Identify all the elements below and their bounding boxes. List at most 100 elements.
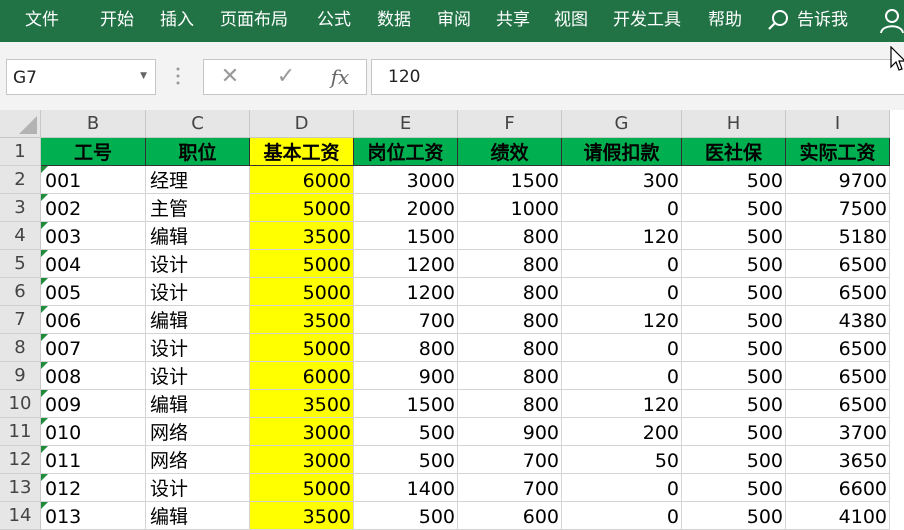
column-header-C[interactable]: C [146,110,250,138]
formula-input[interactable]: 120 [371,59,904,95]
menu-tab-0[interactable]: 文件 [25,0,59,42]
column-header-F[interactable]: F [458,110,562,138]
column-header-I[interactable]: I [786,110,890,138]
cell-F8[interactable]: 800 [458,334,562,362]
menu-tab-1[interactable]: 开始 [100,0,134,42]
cell-H5[interactable]: 500 [682,250,786,278]
cell-F5[interactable]: 800 [458,250,562,278]
cell-C7[interactable]: 编辑 [146,306,250,334]
cell-B11[interactable]: 010 [41,418,146,446]
column-header-B[interactable]: B [41,110,146,138]
row-header-14[interactable]: 14 [0,502,41,530]
cell-C11[interactable]: 网络 [146,418,250,446]
row-header-6[interactable]: 6 [0,278,41,306]
menu-tab-8[interactable]: 视图 [554,0,588,42]
column-header-H[interactable]: H [682,110,786,138]
cell-F6[interactable]: 800 [458,278,562,306]
cell-H9[interactable]: 500 [682,362,786,390]
menu-tab-10[interactable]: 帮助 [708,0,742,42]
cell-B6[interactable]: 005 [41,278,146,306]
cell-D4[interactable]: 3500 [250,222,354,250]
cell-B8[interactable]: 007 [41,334,146,362]
cell-D8[interactable]: 5000 [250,334,354,362]
column-header-E[interactable]: E [354,110,458,138]
cell-E8[interactable]: 800 [354,334,458,362]
cell-E10[interactable]: 1500 [354,390,458,418]
cell-G2[interactable]: 300 [562,166,682,194]
cell-I10[interactable]: 6500 [786,390,890,418]
cell-I7[interactable]: 4380 [786,306,890,334]
cell-D3[interactable]: 5000 [250,194,354,222]
row-header-4[interactable]: 4 [0,222,41,250]
cell-F9[interactable]: 800 [458,362,562,390]
cell-C14[interactable]: 编辑 [146,502,250,530]
user-icon[interactable] [880,8,904,34]
cancel-icon[interactable]: ✕ [210,60,250,94]
cell-I6[interactable]: 6500 [786,278,890,306]
header-cell-H[interactable]: 医社保 [682,138,786,166]
cell-G3[interactable]: 0 [562,194,682,222]
cell-H4[interactable]: 500 [682,222,786,250]
cell-F10[interactable]: 800 [458,390,562,418]
cell-C5[interactable]: 设计 [146,250,250,278]
row-header-7[interactable]: 7 [0,306,41,334]
cell-F14[interactable]: 600 [458,502,562,530]
cell-C2[interactable]: 经理 [146,166,250,194]
cell-B9[interactable]: 008 [41,362,146,390]
cell-H13[interactable]: 500 [682,474,786,502]
cell-B7[interactable]: 006 [41,306,146,334]
cell-C3[interactable]: 主管 [146,194,250,222]
cell-I13[interactable]: 6600 [786,474,890,502]
cell-B13[interactable]: 012 [41,474,146,502]
row-header-5[interactable]: 5 [0,250,41,278]
search-icon[interactable] [768,9,790,31]
cell-H10[interactable]: 500 [682,390,786,418]
cell-I2[interactable]: 9700 [786,166,890,194]
enter-icon[interactable]: ✓ [266,60,306,94]
cell-E5[interactable]: 1200 [354,250,458,278]
menu-tab-7[interactable]: 共享 [496,0,530,42]
cell-E7[interactable]: 700 [354,306,458,334]
cell-H6[interactable]: 500 [682,278,786,306]
cell-G4[interactable]: 120 [562,222,682,250]
cell-F7[interactable]: 800 [458,306,562,334]
cell-D11[interactable]: 3000 [250,418,354,446]
cell-G11[interactable]: 200 [562,418,682,446]
header-cell-E[interactable]: 岗位工资 [354,138,458,166]
cell-H12[interactable]: 500 [682,446,786,474]
cell-I4[interactable]: 5180 [786,222,890,250]
cell-C8[interactable]: 设计 [146,334,250,362]
cell-C6[interactable]: 设计 [146,278,250,306]
cell-D2[interactable]: 6000 [250,166,354,194]
cell-E6[interactable]: 1200 [354,278,458,306]
row-header-8[interactable]: 8 [0,334,41,362]
cell-E3[interactable]: 2000 [354,194,458,222]
cell-F2[interactable]: 1500 [458,166,562,194]
header-cell-G[interactable]: 请假扣款 [562,138,682,166]
cell-G8[interactable]: 0 [562,334,682,362]
cell-D6[interactable]: 5000 [250,278,354,306]
menu-tab-3[interactable]: 页面布局 [220,0,288,42]
column-header-G[interactable]: G [562,110,682,138]
cell-I8[interactable]: 6500 [786,334,890,362]
menu-tab-6[interactable]: 审阅 [437,0,471,42]
cell-G9[interactable]: 0 [562,362,682,390]
cell-I9[interactable]: 6500 [786,362,890,390]
row-header-1[interactable]: 1 [0,138,41,166]
cell-C9[interactable]: 设计 [146,362,250,390]
menu-tab-2[interactable]: 插入 [160,0,194,42]
cell-D7[interactable]: 3500 [250,306,354,334]
cell-D9[interactable]: 6000 [250,362,354,390]
cell-G7[interactable]: 120 [562,306,682,334]
row-header-2[interactable]: 2 [0,166,41,194]
row-header-9[interactable]: 9 [0,362,41,390]
tell-me-search[interactable]: 告诉我 [797,0,848,42]
cell-F12[interactable]: 700 [458,446,562,474]
cell-E12[interactable]: 500 [354,446,458,474]
menu-tab-4[interactable]: 公式 [317,0,351,42]
cell-H3[interactable]: 500 [682,194,786,222]
cell-G6[interactable]: 0 [562,278,682,306]
cell-G13[interactable]: 0 [562,474,682,502]
cell-B5[interactable]: 004 [41,250,146,278]
menu-tab-5[interactable]: 数据 [377,0,411,42]
